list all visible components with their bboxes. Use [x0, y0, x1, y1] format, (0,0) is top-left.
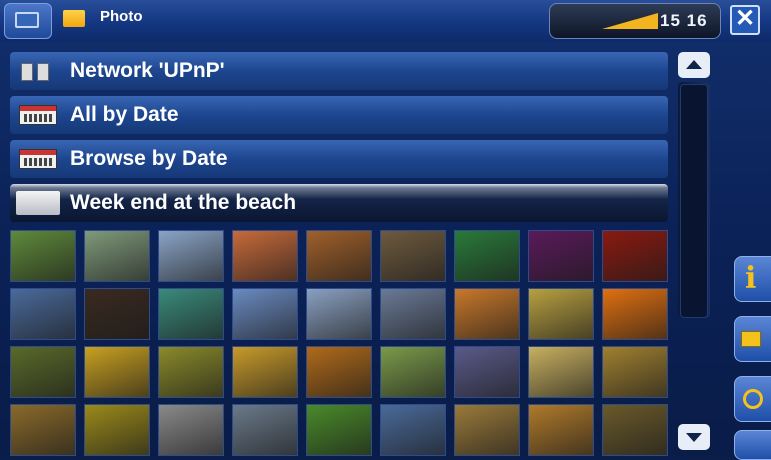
photo-thumbnail[interactable]: [84, 230, 150, 282]
photo-thumbnail[interactable]: [528, 230, 594, 282]
list-item-week-end-at-the-beach[interactable]: Week end at the beach: [10, 184, 668, 222]
close-icon: ✕: [734, 5, 756, 32]
clock: 15 16: [660, 11, 708, 30]
photo-thumbnail[interactable]: [454, 346, 520, 398]
photo-thumbnail[interactable]: [306, 230, 372, 282]
list-item-label: All by Date: [70, 103, 179, 126]
list-item-all-by-date[interactable]: All by Date: [10, 96, 668, 134]
edit-button[interactable]: [734, 376, 771, 422]
photo-thumbnail[interactable]: [602, 346, 668, 398]
list-item-label: Network 'UPnP': [70, 59, 225, 82]
photo-thumbnail[interactable]: [158, 288, 224, 340]
thumbnail-grid: [10, 230, 674, 460]
photo-thumbnail[interactable]: [380, 230, 446, 282]
folder-icon: [63, 10, 85, 27]
photo-thumbnail[interactable]: [306, 346, 372, 398]
list-item-browse-by-date[interactable]: Browse by Date: [10, 140, 668, 178]
photo-thumbnail[interactable]: [10, 404, 76, 456]
photo-thumbnail[interactable]: [528, 404, 594, 456]
scrollbar[interactable]: [676, 50, 714, 450]
photo-thumbnail[interactable]: [528, 288, 594, 340]
photo-thumbnail[interactable]: [380, 346, 446, 398]
photo-thumbnail[interactable]: [10, 230, 76, 282]
photo-thumbnail[interactable]: [380, 404, 446, 456]
folder-icon: [16, 191, 60, 215]
network-icon: [19, 61, 57, 81]
scroll-down-button[interactable]: [678, 424, 710, 450]
photo-thumbnail[interactable]: [306, 288, 372, 340]
photo-thumbnail[interactable]: [602, 230, 668, 282]
photo-thumbnail[interactable]: [84, 346, 150, 398]
photo-browser-screen: Photo 15 16 ✕ Network 'UPnP' All by Date…: [0, 0, 771, 460]
more-button[interactable]: [734, 430, 771, 460]
battery-icon: [602, 13, 658, 29]
list-item-label: Week end at the beach: [70, 191, 297, 214]
photo-thumbnail[interactable]: [10, 346, 76, 398]
photo-thumbnail[interactable]: [528, 346, 594, 398]
photo-thumbnail[interactable]: [454, 230, 520, 282]
scroll-thumb[interactable]: [680, 84, 708, 318]
photo-thumbnail[interactable]: [232, 230, 298, 282]
photo-thumbnail[interactable]: [232, 346, 298, 398]
photo-thumbnail[interactable]: [454, 404, 520, 456]
list-item-network-upnp[interactable]: Network 'UPnP': [10, 52, 668, 90]
photo-thumbnail[interactable]: [306, 404, 372, 456]
edit-icon: [743, 389, 763, 409]
photo-thumbnail[interactable]: [158, 404, 224, 456]
scroll-up-button[interactable]: [678, 52, 710, 78]
info-button[interactable]: i: [734, 256, 771, 302]
photo-thumbnail[interactable]: [380, 288, 446, 340]
photo-thumbnail[interactable]: [232, 288, 298, 340]
photo-thumbnail[interactable]: [84, 404, 150, 456]
photo-thumbnail[interactable]: [602, 288, 668, 340]
photo-thumbnail[interactable]: [232, 404, 298, 456]
photo-thumbnail[interactable]: [84, 288, 150, 340]
photo-thumbnail[interactable]: [454, 288, 520, 340]
menu-button[interactable]: [4, 3, 52, 39]
close-button[interactable]: ✕: [730, 5, 760, 35]
photo-thumbnail[interactable]: [602, 404, 668, 456]
photo-thumbnail[interactable]: [10, 288, 76, 340]
page-title: Photo: [100, 8, 143, 25]
list-item-label: Browse by Date: [70, 147, 228, 170]
photo-thumbnail[interactable]: [158, 230, 224, 282]
info-icon: i: [745, 261, 757, 296]
mail-icon: [741, 331, 761, 347]
menu-icon: [15, 12, 39, 28]
title-bar: Photo 15 16 ✕: [0, 0, 771, 42]
status-area: 15 16: [549, 3, 721, 39]
calendar-icon: [19, 149, 57, 169]
photo-thumbnail[interactable]: [158, 346, 224, 398]
mail-button[interactable]: [734, 316, 771, 362]
calendar-icon: [19, 105, 57, 125]
